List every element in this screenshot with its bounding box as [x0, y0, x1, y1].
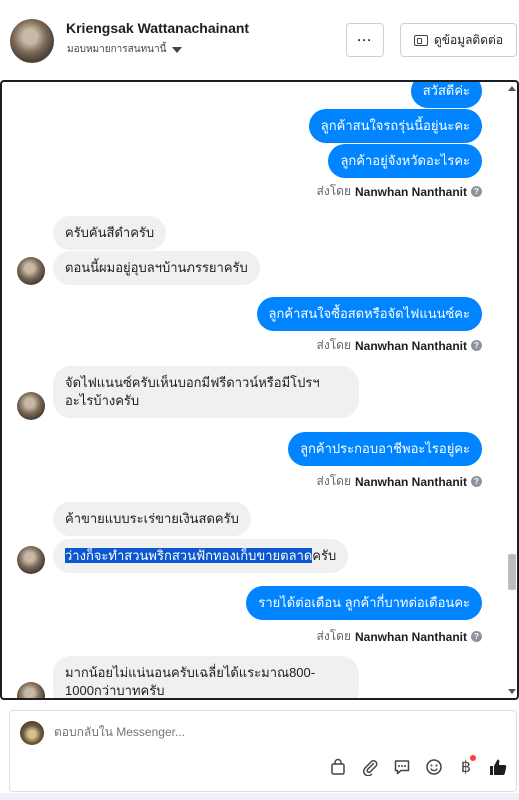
shopping-bag-icon[interactable]	[328, 757, 348, 777]
saved-replies-icon[interactable]	[392, 757, 412, 777]
contact-avatar-small	[17, 546, 45, 574]
contact-avatar-small	[17, 392, 45, 420]
notification-dot	[470, 755, 476, 761]
scroll-down-arrow-icon[interactable]	[508, 689, 516, 694]
payment-baht-icon[interactable]: ฿	[456, 755, 476, 777]
outgoing-message: สวัสดีค่ะ	[410, 82, 482, 108]
info-icon[interactable]: ?	[471, 476, 482, 487]
reply-input[interactable]	[54, 725, 354, 739]
sent-by-label: ส่งโดย Nanwhan Nanthanit ?	[317, 472, 482, 491]
outgoing-message: ลูกค้าสนใจซื้อสดหรือจัดไฟแนนซ์คะ	[256, 297, 482, 331]
emoji-icon[interactable]	[424, 757, 444, 777]
info-icon[interactable]: ?	[471, 631, 482, 642]
reply-composer: ฿	[9, 710, 517, 792]
scroll-up-arrow-icon[interactable]	[508, 86, 516, 91]
sender-name: Nanwhan Nanthanit	[354, 629, 467, 644]
scroll-thumb[interactable]	[508, 554, 516, 590]
bottom-strip	[0, 793, 519, 800]
sent-by-label: ส่งโดย Nanwhan Nanthanit ?	[317, 182, 482, 201]
sent-by-prefix: ส่งโดย	[316, 629, 351, 643]
sent-by-label: ส่งโดย Nanwhan Nanthanit ?	[317, 627, 482, 646]
incoming-message: จัดไฟแนนซ์ครับเห็นบอกมีฟรีดาวน์หรือมีโปร…	[53, 366, 359, 418]
chat-scrollbar[interactable]	[507, 82, 517, 698]
thumbs-up-icon[interactable]	[488, 757, 508, 777]
selected-text: ว่างก็จะทำสวนพริกสวนฟักทองเก็บขายตลาด	[65, 548, 313, 563]
outgoing-message: ลูกค้าสนใจรถรุ่นนี้อยู่นะคะ	[308, 109, 482, 143]
caret-down-icon	[172, 46, 183, 53]
incoming-message: ครับคันสีดำครับ	[53, 216, 167, 250]
sender-name: Nanwhan Nanthanit	[354, 184, 467, 199]
sent-by-prefix: ส่งโดย	[316, 474, 351, 488]
incoming-message: ค้าขายแบบระเร่ขายเงินสดครับ	[53, 502, 251, 536]
outgoing-message: ลูกค้าอยู่จังหวัดอะไรคะ	[328, 144, 482, 178]
contact-name[interactable]: Kriengsak Wattanachainant	[66, 20, 249, 36]
incoming-message: ว่างก็จะทำสวนพริกสวนฟักทองเก็บขายตลาดครั…	[53, 539, 349, 573]
more-options-button[interactable]: ···	[346, 23, 384, 57]
assign-conversation-dropdown[interactable]: มอบหมายการสนทนานี้	[67, 42, 183, 57]
contact-avatar-small	[17, 682, 45, 698]
sent-by-prefix: ส่งโดย	[316, 184, 351, 198]
contact-avatar[interactable]	[10, 19, 54, 63]
info-icon[interactable]: ?	[471, 186, 482, 197]
assign-label: มอบหมายการสนทนานี้	[67, 44, 167, 55]
outgoing-message: รายได้ต่อเดือน ลูกค้ากี่บาทต่อเดือนคะ	[246, 586, 482, 620]
incoming-message: ตอนนี้ผมอยู่อุบลฯบ้านภรรยาครับ	[53, 251, 260, 285]
conversation-header: Kriengsak Wattanachainant มอบหมายการสนทน…	[0, 0, 519, 80]
view-contact-button[interactable]: ดูข้อมูลติดต่อ	[400, 23, 517, 57]
page-avatar	[20, 721, 44, 745]
contact-card-icon	[413, 34, 428, 46]
sent-by-prefix: ส่งโดย	[316, 338, 351, 352]
sent-by-label: ส่งโดย Nanwhan Nanthanit ?	[317, 336, 482, 355]
incoming-message: มากน้อยไม่แน่นอนครับเฉลี่ยได้แระมาณ800-1…	[53, 656, 359, 698]
view-contact-label: ดูข้อมูลติดต่อ	[433, 32, 504, 47]
outgoing-message: ลูกค้าประกอบอาชีพอะไรอยู่คะ	[288, 432, 482, 466]
composer-toolbar: ฿	[328, 755, 508, 779]
message-text: ครับ	[312, 548, 337, 563]
message-thread[interactable]: สวัสดีค่ะ ลูกค้าสนใจรถรุ่นนี้อยู่นะคะ ลู…	[0, 80, 519, 700]
paperclip-icon[interactable]	[360, 757, 380, 777]
sender-name: Nanwhan Nanthanit	[354, 338, 467, 353]
contact-avatar-small	[17, 257, 45, 285]
baht-symbol: ฿	[460, 759, 472, 776]
info-icon[interactable]: ?	[471, 340, 482, 351]
sender-name: Nanwhan Nanthanit	[354, 474, 467, 489]
